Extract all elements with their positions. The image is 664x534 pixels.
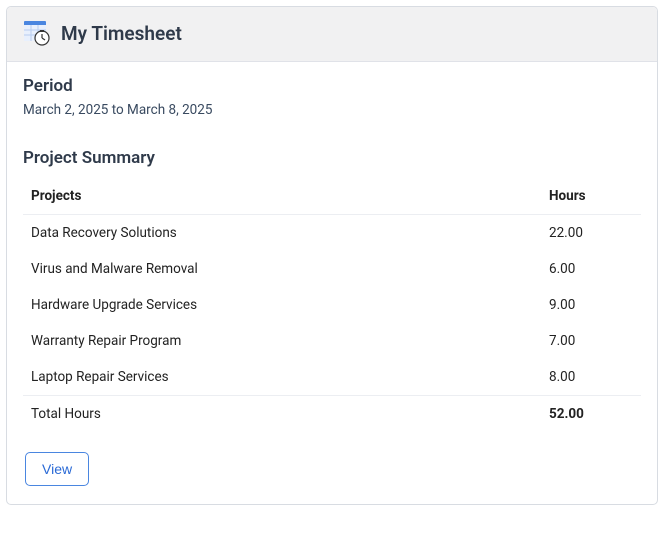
col-projects: Projects — [23, 178, 541, 215]
timesheet-icon — [23, 19, 51, 47]
summary-title: Project Summary — [23, 148, 641, 168]
col-hours: Hours — [541, 178, 641, 215]
project-hours: 7.00 — [541, 323, 641, 359]
summary-table: Projects Hours Data Recovery Solutions22… — [23, 178, 641, 432]
project-hours: 9.00 — [541, 287, 641, 323]
total-hours: 52.00 — [541, 396, 641, 433]
timesheet-card: My Timesheet Period March 2, 2025 to Mar… — [6, 6, 658, 505]
total-label: Total Hours — [23, 396, 541, 433]
card-body: Period March 2, 2025 to March 8, 2025 Pr… — [7, 62, 657, 504]
table-row: Warranty Repair Program7.00 — [23, 323, 641, 359]
table-row: Data Recovery Solutions22.00 — [23, 215, 641, 252]
table-row: Virus and Malware Removal6.00 — [23, 251, 641, 287]
project-name: Hardware Upgrade Services — [23, 287, 541, 323]
page-title: My Timesheet — [61, 22, 182, 45]
period-label: Period — [23, 76, 641, 96]
project-name: Virus and Malware Removal — [23, 251, 541, 287]
view-button[interactable]: View — [25, 452, 89, 486]
project-name: Data Recovery Solutions — [23, 215, 541, 252]
table-row: Laptop Repair Services8.00 — [23, 359, 641, 396]
project-name: Warranty Repair Program — [23, 323, 541, 359]
total-row: Total Hours52.00 — [23, 396, 641, 433]
project-hours: 6.00 — [541, 251, 641, 287]
project-hours: 8.00 — [541, 359, 641, 396]
project-name: Laptop Repair Services — [23, 359, 541, 396]
project-hours: 22.00 — [541, 215, 641, 252]
card-header: My Timesheet — [7, 7, 657, 62]
table-row: Hardware Upgrade Services9.00 — [23, 287, 641, 323]
period-range: March 2, 2025 to March 8, 2025 — [23, 102, 641, 118]
